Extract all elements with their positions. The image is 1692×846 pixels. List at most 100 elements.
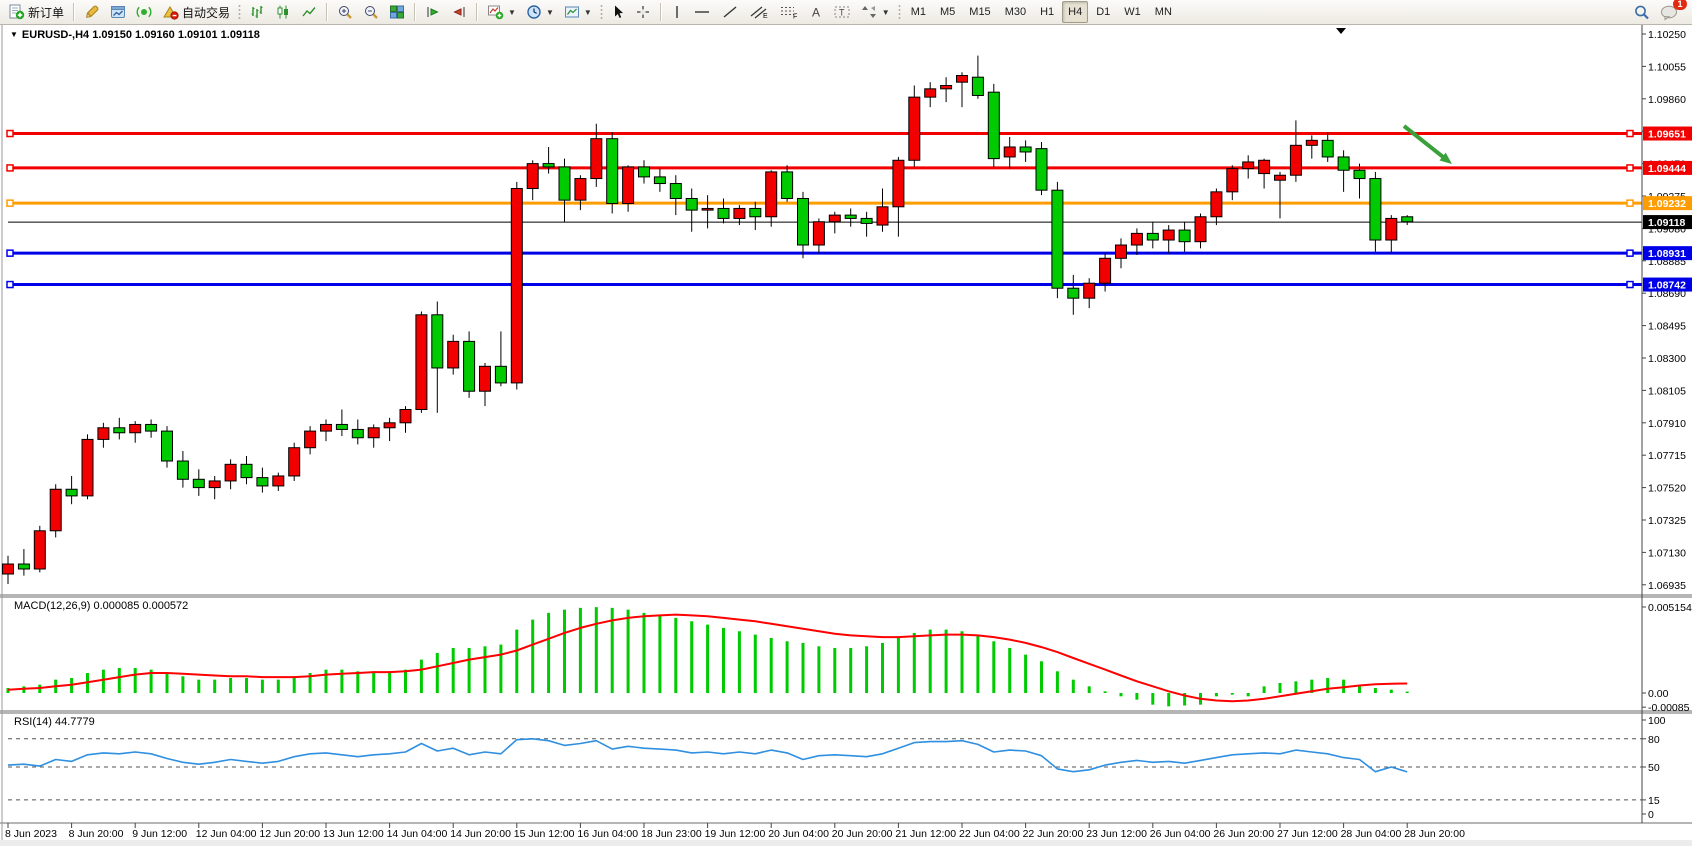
candle-up bbox=[1275, 175, 1286, 180]
candle-down bbox=[495, 366, 506, 383]
line-chart-icon bbox=[301, 4, 317, 20]
bar-chart-button[interactable] bbox=[245, 1, 269, 23]
line-chart-button[interactable] bbox=[297, 1, 321, 23]
candle-up bbox=[1290, 145, 1301, 175]
candle-down bbox=[972, 77, 983, 95]
notifications-button[interactable]: 1 bbox=[1656, 1, 1683, 23]
zoom-in-button[interactable] bbox=[333, 1, 357, 23]
time-axis-label: 14 Jun 20:00 bbox=[450, 828, 511, 840]
fibonacci-button[interactable]: F bbox=[775, 1, 803, 23]
timeframe-button-d1[interactable]: D1 bbox=[1090, 1, 1116, 23]
chevron-down-icon: ▼ bbox=[546, 8, 554, 17]
line-anchor-marker[interactable] bbox=[1627, 165, 1633, 171]
cursor-button[interactable] bbox=[607, 1, 629, 23]
line-anchor-marker[interactable] bbox=[1627, 200, 1633, 206]
svg-text:E: E bbox=[763, 13, 768, 20]
candle-down bbox=[654, 177, 665, 184]
auto-scroll-button[interactable] bbox=[421, 1, 445, 23]
time-axis-label: 23 Jun 12:00 bbox=[1086, 828, 1147, 840]
candle-up bbox=[289, 448, 300, 476]
line-anchor-marker[interactable] bbox=[1627, 131, 1633, 137]
candle-up bbox=[98, 428, 109, 440]
candle-up bbox=[1243, 162, 1254, 169]
price-level-badge-label: 1.08742 bbox=[1648, 280, 1686, 292]
candle-up bbox=[1131, 233, 1142, 245]
macd-indicator-label: MACD(12,26,9) 0.000085 0.000572 bbox=[14, 600, 188, 612]
timeframe-button-mn[interactable]: MN bbox=[1149, 1, 1178, 23]
signals-button[interactable] bbox=[132, 1, 156, 23]
time-axis-label: 28 Jun 04:00 bbox=[1341, 828, 1402, 840]
tile-windows-icon bbox=[389, 4, 405, 20]
tile-windows-button[interactable] bbox=[385, 1, 409, 23]
candle-down bbox=[559, 167, 570, 200]
candle-down bbox=[1036, 149, 1047, 191]
indicators-button[interactable]: ▼ bbox=[483, 1, 520, 23]
auto-trading-button[interactable]: 自动交易 bbox=[158, 1, 234, 23]
candle-down bbox=[1052, 190, 1063, 288]
timeframe-button-m15[interactable]: M15 bbox=[963, 1, 996, 23]
notification-badge: 1 bbox=[1673, 0, 1687, 10]
rsi-axis-label: 80 bbox=[1648, 734, 1660, 746]
timeframe-button-m1[interactable]: M1 bbox=[905, 1, 932, 23]
chevron-down-icon: ▼ bbox=[584, 8, 592, 17]
line-anchor-marker[interactable] bbox=[1627, 250, 1633, 256]
timeframe-button-w1[interactable]: W1 bbox=[1118, 1, 1147, 23]
candle-down bbox=[1179, 230, 1190, 242]
new-order-button[interactable]: 新订单 bbox=[4, 1, 68, 23]
toolbar-grip bbox=[238, 4, 241, 20]
price-level-badge-label: 1.08931 bbox=[1648, 248, 1686, 260]
trendline-button[interactable] bbox=[717, 1, 743, 23]
vertical-line-button[interactable] bbox=[667, 1, 687, 23]
line-anchor-marker[interactable] bbox=[7, 131, 13, 137]
collapse-triangle-icon[interactable]: ▼ bbox=[10, 30, 18, 39]
price-axis-label: 1.08105 bbox=[1648, 385, 1686, 397]
equidistant-channel-button[interactable]: E bbox=[745, 1, 773, 23]
candle-up bbox=[1211, 192, 1222, 217]
candle-up bbox=[1227, 169, 1238, 192]
crosshair-button[interactable] bbox=[631, 1, 655, 23]
search-button[interactable] bbox=[1629, 1, 1654, 23]
symbol-title[interactable]: ▼EURUSD-,H4 1.09150 1.09160 1.09101 1.09… bbox=[10, 29, 260, 41]
metaeditor-button[interactable] bbox=[80, 1, 104, 23]
text-label-button[interactable]: T bbox=[829, 1, 855, 23]
zoom-out-button[interactable] bbox=[359, 1, 383, 23]
text-button[interactable]: A bbox=[805, 1, 827, 23]
chart-window-button[interactable] bbox=[106, 1, 130, 23]
candle-up bbox=[130, 424, 141, 432]
line-anchor-marker[interactable] bbox=[7, 282, 13, 288]
chart-canvas[interactable]: 1.102501.100551.098601.096651.094701.092… bbox=[0, 0, 1692, 846]
chart-shift-button[interactable] bbox=[447, 1, 471, 23]
line-anchor-marker[interactable] bbox=[1627, 282, 1633, 288]
candle-up bbox=[50, 489, 61, 531]
rsi-indicator-label: RSI(14) 44.7779 bbox=[14, 716, 95, 728]
candle-down bbox=[988, 92, 999, 158]
auto-trading-label: 自动交易 bbox=[182, 4, 230, 21]
timeframe-button-h4[interactable]: H4 bbox=[1062, 1, 1088, 23]
candle-up bbox=[3, 564, 14, 574]
candle-down bbox=[464, 341, 475, 391]
candle-up bbox=[702, 208, 713, 210]
line-anchor-marker[interactable] bbox=[7, 250, 13, 256]
text-icon: A bbox=[809, 4, 823, 20]
candle-up bbox=[209, 481, 220, 488]
templates-button[interactable]: ▼ bbox=[560, 1, 596, 23]
text-label-icon: T bbox=[833, 4, 851, 20]
periods-button[interactable]: ▼ bbox=[522, 1, 558, 23]
time-axis-label: 22 Jun 20:00 bbox=[1023, 828, 1084, 840]
channel-icon: E bbox=[749, 4, 769, 20]
timeframe-button-m30[interactable]: M30 bbox=[999, 1, 1032, 23]
line-anchor-marker[interactable] bbox=[7, 200, 13, 206]
price-level-badge-label: 1.09651 bbox=[1648, 129, 1686, 141]
candle-up bbox=[813, 222, 824, 245]
timeframe-button-m5[interactable]: M5 bbox=[934, 1, 961, 23]
price-axis-label: 1.08495 bbox=[1648, 321, 1686, 333]
timeframe-button-h1[interactable]: H1 bbox=[1034, 1, 1060, 23]
time-axis-label: 8 Jun 2023 bbox=[5, 828, 57, 840]
candlestick-chart-button[interactable] bbox=[271, 1, 295, 23]
horizontal-line-button[interactable] bbox=[689, 1, 715, 23]
candle-down bbox=[241, 464, 252, 477]
candle-up bbox=[957, 76, 968, 83]
line-anchor-marker[interactable] bbox=[7, 165, 13, 171]
arrows-button[interactable]: ▼ bbox=[857, 1, 894, 23]
candle-up bbox=[1386, 218, 1397, 240]
